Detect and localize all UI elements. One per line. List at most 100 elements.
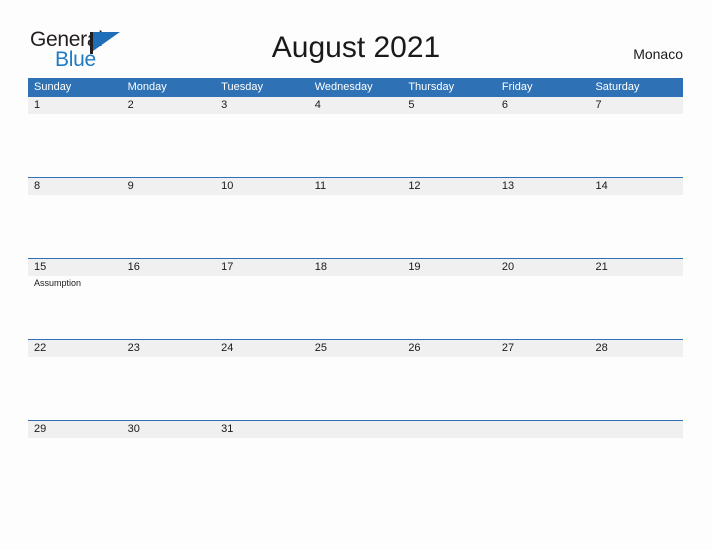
calendar-day-cell[interactable]: 21 — [589, 259, 683, 340]
day-event: Assumption — [34, 278, 82, 288]
day-number: 23 — [127, 342, 140, 354]
day-event — [315, 276, 403, 277]
calendar-week-row: 1 2 3 4 5 6 7 — [28, 96, 683, 177]
calendar-day-cell[interactable]: 9 — [122, 178, 216, 259]
day-event — [408, 357, 496, 358]
calendar-day-cell[interactable]: 16 — [122, 259, 216, 340]
calendar-day-cell[interactable]: 7 — [589, 97, 683, 178]
day-event — [315, 438, 403, 439]
calendar-day-cell[interactable]: 5 — [402, 97, 496, 178]
calendar-day-cell[interactable]: 2 — [122, 97, 216, 178]
calendar-day-cell[interactable]: 23 — [122, 340, 216, 421]
day-event — [502, 114, 590, 115]
calendar-day-cell[interactable]: 13 — [496, 178, 590, 259]
day-number: 17 — [221, 261, 234, 273]
day-event — [221, 357, 309, 358]
calendar-day-cell[interactable]: 30 — [122, 421, 216, 502]
day-number: 22 — [34, 342, 47, 354]
calendar-week-row: 22 23 24 25 26 27 28 — [28, 339, 683, 420]
day-event — [128, 195, 216, 196]
region-label: Monaco — [633, 46, 683, 62]
day-number: 24 — [221, 342, 234, 354]
day-event — [595, 114, 683, 115]
day-number: 13 — [501, 180, 515, 192]
calendar-day-cell[interactable]: 25 — [309, 340, 403, 421]
calendar-day-cell[interactable]: 6 — [496, 97, 590, 178]
day-number: 5 — [408, 99, 415, 111]
day-number: 11 — [314, 180, 327, 192]
day-event — [502, 276, 590, 277]
day-event — [502, 195, 590, 196]
weekday-header-saturday: Saturday — [595, 81, 640, 93]
calendar-day-cell[interactable]: 20 — [496, 259, 590, 340]
day-event — [595, 357, 683, 358]
calendar-day-cell[interactable]: 27 — [496, 340, 590, 421]
calendar-day-cell[interactable]: 24 — [215, 340, 309, 421]
calendar-day-cell[interactable]: 22 — [28, 340, 122, 421]
day-number: 27 — [501, 342, 515, 354]
weekday-header-friday: Friday — [501, 81, 533, 93]
day-number: 21 — [595, 261, 608, 273]
calendar-week-row: 29 30 31 — [28, 420, 683, 501]
day-number: 20 — [501, 261, 515, 273]
calendar-day-cell[interactable]: 18 — [309, 259, 403, 340]
day-event — [408, 114, 496, 115]
day-event — [595, 276, 683, 277]
day-number: 7 — [595, 99, 602, 111]
day-event — [408, 195, 496, 196]
weekday-header-sunday: Sunday — [34, 81, 72, 93]
calendar-day-cell[interactable]: 11 — [309, 178, 403, 259]
day-event — [221, 114, 309, 115]
calendar-day-cell[interactable]: 17 — [215, 259, 309, 340]
page-title: August 2021 — [271, 31, 441, 64]
calendar-day-cell-empty — [402, 421, 496, 502]
day-event — [408, 276, 496, 277]
day-event — [34, 438, 122, 439]
calendar-day-cell[interactable]: 1 — [28, 97, 122, 178]
day-number: 26 — [408, 342, 421, 354]
calendar-day-cell[interactable]: 26 — [402, 340, 496, 421]
calendar-day-cell[interactable]: 31 — [215, 421, 309, 502]
day-number: 30 — [127, 423, 140, 435]
day-event — [595, 195, 683, 196]
day-number: 3 — [221, 99, 228, 111]
calendar-day-cell[interactable]: 12 — [402, 178, 496, 259]
calendar-day-cell-empty — [496, 421, 590, 502]
calendar-day-cell[interactable]: 10 — [215, 178, 309, 259]
day-event — [128, 357, 216, 358]
calendar-day-cell[interactable]: 4 — [309, 97, 403, 178]
day-number: 28 — [595, 342, 608, 354]
calendar-day-cell[interactable]: 29 — [28, 421, 122, 502]
day-event — [34, 195, 122, 196]
day-number: 12 — [408, 180, 421, 192]
calendar-day-cell[interactable]: 19 — [402, 259, 496, 340]
calendar-day-cell-empty — [309, 421, 403, 502]
day-number: 8 — [34, 180, 41, 192]
day-event — [128, 276, 216, 277]
day-number: 14 — [595, 180, 608, 192]
calendar-day-cell[interactable]: 3 — [215, 97, 309, 178]
calendar-grid: Sunday Monday Tuesday Wednesday Thursday… — [28, 78, 683, 501]
day-number: 4 — [314, 99, 321, 111]
weekday-header-wednesday: Wednesday — [314, 81, 373, 93]
day-number: 1 — [34, 99, 41, 111]
calendar-week-row: 15 Assumption 16 17 18 19 20 21 — [28, 258, 683, 339]
day-event — [315, 357, 403, 358]
day-number: 15 — [34, 261, 47, 273]
weekday-header-monday: Monday — [127, 81, 167, 93]
weekday-header-row: Sunday Monday Tuesday Wednesday Thursday… — [28, 78, 683, 96]
day-event — [128, 114, 216, 115]
day-event — [34, 114, 122, 115]
calendar-day-cell[interactable]: 14 — [589, 178, 683, 259]
calendar-day-cell[interactable]: 8 — [28, 178, 122, 259]
day-event — [221, 195, 309, 196]
day-event — [128, 438, 216, 439]
day-number: 31 — [221, 423, 234, 435]
day-event — [315, 114, 403, 115]
day-number: 2 — [127, 99, 134, 111]
calendar-day-cell[interactable]: 15 Assumption — [28, 259, 122, 340]
weekday-header-tuesday: Tuesday — [221, 81, 263, 93]
day-number: 25 — [314, 342, 327, 354]
day-event — [408, 438, 496, 439]
calendar-day-cell[interactable]: 28 — [589, 340, 683, 421]
